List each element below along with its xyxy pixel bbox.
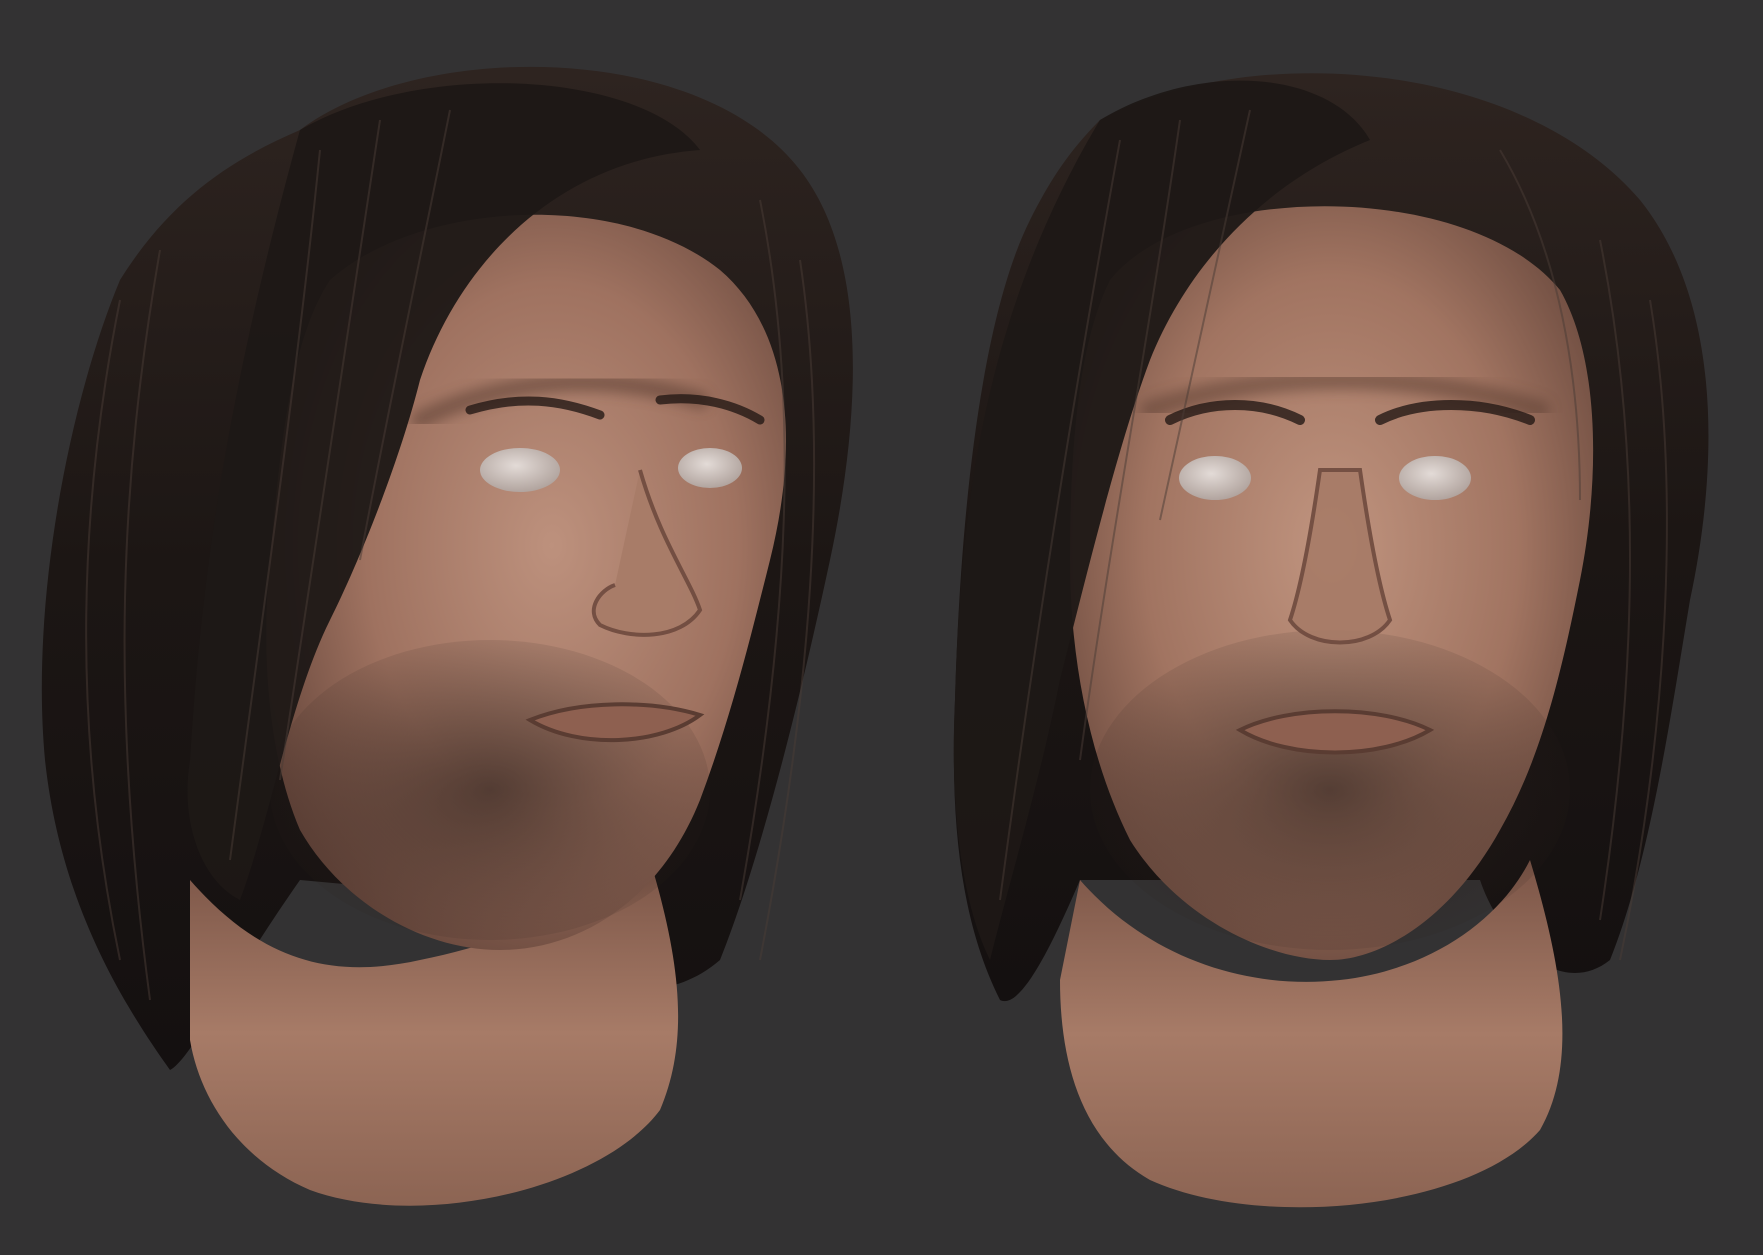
eye-left-a <box>480 448 560 492</box>
eye-right-a <box>1179 456 1251 500</box>
head-three-quarter <box>41 66 853 1206</box>
stubble-right <box>1090 630 1570 950</box>
head-front <box>953 73 1709 1208</box>
stubble-left <box>270 640 710 940</box>
render-viewport <box>0 0 1763 1255</box>
sculpt-render <box>41 66 1709 1208</box>
eye-left-b <box>678 448 742 488</box>
eye-right-b <box>1399 456 1471 500</box>
